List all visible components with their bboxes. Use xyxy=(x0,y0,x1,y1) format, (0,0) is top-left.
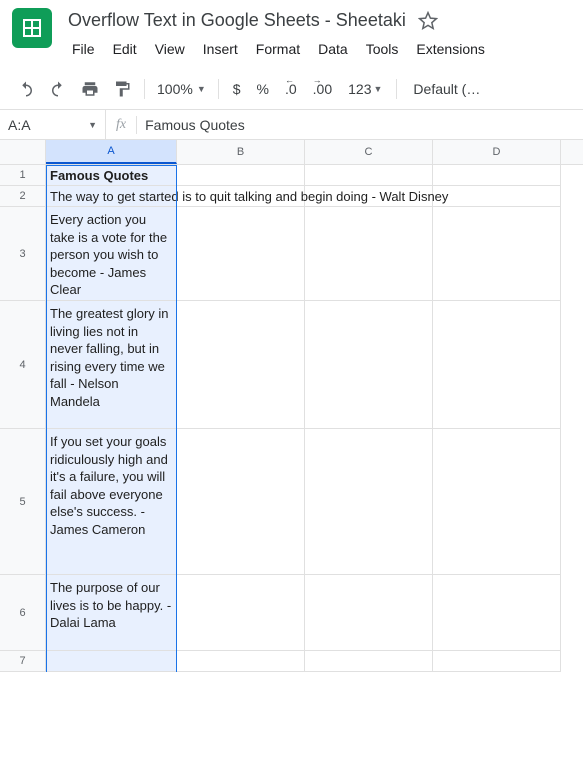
menu-bar: File Edit View Insert Format Data Tools … xyxy=(64,37,571,61)
cell[interactable] xyxy=(433,301,561,429)
star-icon[interactable] xyxy=(418,11,438,31)
row-header[interactable]: 7 xyxy=(0,651,46,672)
row-header[interactable]: 6 xyxy=(0,575,46,651)
number-format-button[interactable]: 123▼ xyxy=(342,75,388,103)
font-selector[interactable]: Default (Ari... xyxy=(405,81,495,97)
cell[interactable] xyxy=(177,301,305,429)
menu-file[interactable]: File xyxy=(64,37,103,61)
cell[interactable]: The purpose of our lives is to be happy.… xyxy=(46,575,177,651)
menu-format[interactable]: Format xyxy=(248,37,308,61)
column-header-a[interactable]: A xyxy=(46,140,177,164)
table-row: 6The purpose of our lives is to be happy… xyxy=(0,575,583,651)
cell[interactable] xyxy=(177,429,305,575)
table-row: 7 xyxy=(0,651,583,672)
menu-data[interactable]: Data xyxy=(310,37,356,61)
grid-body[interactable]: 1Famous Quotes2The way to get started is… xyxy=(0,165,583,672)
cell[interactable] xyxy=(177,165,305,186)
cell[interactable] xyxy=(46,651,177,672)
undo-icon[interactable] xyxy=(12,75,40,103)
cell[interactable] xyxy=(433,165,561,186)
column-header-b[interactable]: B xyxy=(177,140,305,164)
cell[interactable] xyxy=(177,207,305,301)
cell[interactable]: Famous Quotes xyxy=(46,165,177,186)
zoom-control[interactable]: 100%▼ xyxy=(153,81,210,97)
table-row: 3Every action you take is a vote for the… xyxy=(0,207,583,301)
cell[interactable] xyxy=(305,575,433,651)
cell[interactable] xyxy=(177,651,305,672)
chevron-down-icon: ▼ xyxy=(88,120,97,130)
table-row: 4The greatest glory in living lies not i… xyxy=(0,301,583,429)
cell[interactable]: If you set your goals ridiculously high … xyxy=(46,429,177,575)
menu-tools[interactable]: Tools xyxy=(358,37,407,61)
row-header[interactable]: 5 xyxy=(0,429,46,575)
cell[interactable]: The greatest glory in living lies not in… xyxy=(46,301,177,429)
chevron-down-icon: ▼ xyxy=(374,84,383,94)
select-all-corner[interactable] xyxy=(0,140,46,164)
cell[interactable] xyxy=(433,429,561,575)
cell[interactable] xyxy=(305,429,433,575)
menu-view[interactable]: View xyxy=(147,37,193,61)
name-box-value: A:A xyxy=(8,117,31,133)
toolbar: 100%▼ $ % .0← .00→ 123▼ Default (Ari... xyxy=(0,69,583,110)
increase-decimal-button[interactable]: .00→ xyxy=(307,75,338,103)
row-header[interactable]: 3 xyxy=(0,207,46,301)
column-header-d[interactable]: D xyxy=(433,140,561,164)
name-box[interactable]: A:A ▼ xyxy=(0,110,106,139)
menu-insert[interactable]: Insert xyxy=(195,37,246,61)
menu-edit[interactable]: Edit xyxy=(105,37,145,61)
column-header-c[interactable]: C xyxy=(305,140,433,164)
cell[interactable] xyxy=(305,165,433,186)
table-row: 1Famous Quotes xyxy=(0,165,583,186)
percent-button[interactable]: % xyxy=(251,75,275,103)
sheets-logo[interactable] xyxy=(12,8,52,48)
redo-icon[interactable] xyxy=(44,75,72,103)
cell[interactable] xyxy=(433,575,561,651)
cell[interactable] xyxy=(305,651,433,672)
cell[interactable] xyxy=(177,575,305,651)
decrease-decimal-button[interactable]: .0← xyxy=(279,75,303,103)
cell[interactable] xyxy=(433,186,561,207)
document-title[interactable]: Overflow Text in Google Sheets - Sheetak… xyxy=(64,8,410,33)
currency-button[interactable]: $ xyxy=(227,75,247,103)
grid: A B C D 1Famous Quotes2The way to get st… xyxy=(0,140,583,672)
table-row: 2The way to get started is to quit talki… xyxy=(0,186,583,207)
cell[interactable] xyxy=(305,301,433,429)
cell[interactable] xyxy=(433,207,561,301)
cell[interactable]: Every action you take is a vote for the … xyxy=(46,207,177,301)
paint-format-icon[interactable] xyxy=(108,75,136,103)
row-header[interactable]: 1 xyxy=(0,165,46,186)
cell[interactable]: The way to get started is to quit talkin… xyxy=(46,186,177,207)
formula-bar[interactable]: Famous Quotes xyxy=(137,117,583,133)
row-header[interactable]: 4 xyxy=(0,301,46,429)
print-icon[interactable] xyxy=(76,75,104,103)
cell[interactable] xyxy=(305,207,433,301)
table-row: 5If you set your goals ridiculously high… xyxy=(0,429,583,575)
menu-extensions[interactable]: Extensions xyxy=(408,37,492,61)
row-header[interactable]: 2 xyxy=(0,186,46,207)
fx-label: fx xyxy=(106,117,136,133)
chevron-down-icon: ▼ xyxy=(197,84,206,94)
cell[interactable] xyxy=(433,651,561,672)
